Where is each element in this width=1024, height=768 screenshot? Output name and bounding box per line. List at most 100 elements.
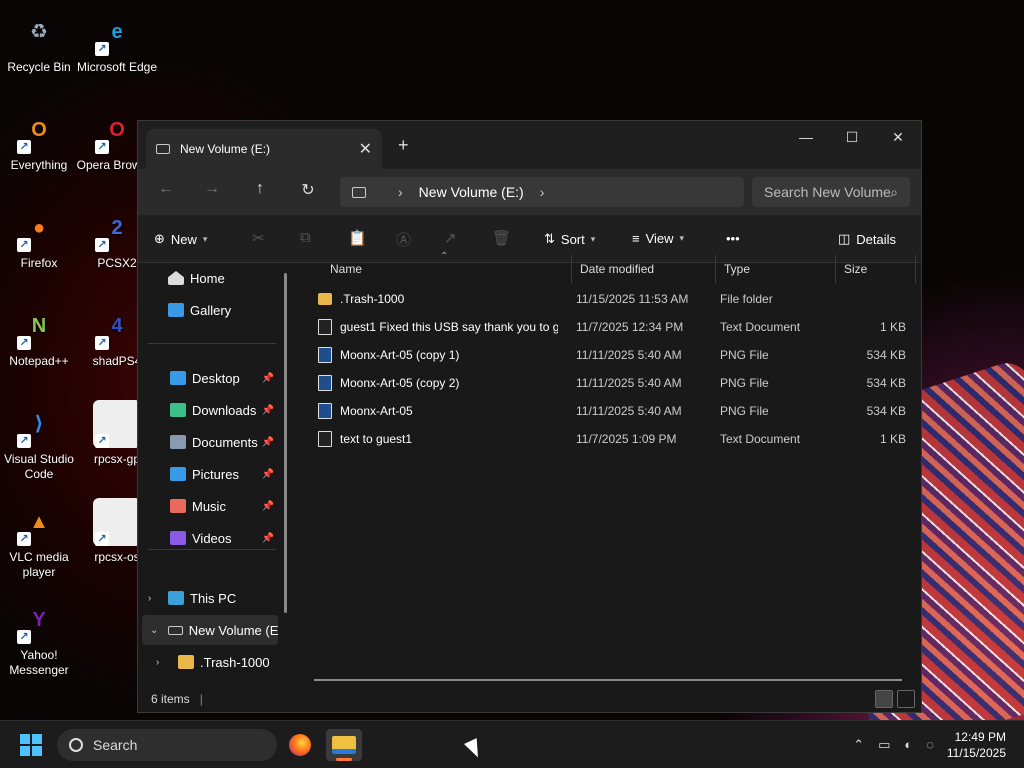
desktop-icon[interactable]: e ↗ Microsoft Edge xyxy=(75,8,159,75)
column-header-name[interactable]: Name ⌃ xyxy=(322,251,572,283)
file-row[interactable]: .Trash-1000 11/15/2025 11:53 AM File folde… xyxy=(314,285,914,313)
nav-trash-folder[interactable]: › .Trash-1000 xyxy=(156,647,288,677)
nav-quick-documents[interactable]: Documents 📌 xyxy=(170,427,280,457)
desktop-icon[interactable]: ● ↗ Firefox xyxy=(0,204,81,271)
sort-button[interactable]: ⇅ Sort ▾ xyxy=(544,231,595,247)
new-button[interactable]: ⊕ New ▾ xyxy=(154,231,207,247)
desktop-icon[interactable]: O ↗ Everything xyxy=(0,106,81,173)
desktop-icon[interactable]: ▲ ↗ VLC media player xyxy=(0,498,81,580)
up-button[interactable]: ↑ xyxy=(248,180,272,198)
file-row[interactable]: guest1 Fixed this USB say thank you to g… xyxy=(314,313,914,341)
file-name[interactable]: Moonx-Art-05 xyxy=(318,403,558,419)
file-name-text: .Trash-1000 xyxy=(340,292,405,306)
chevron-right-icon[interactable]: › xyxy=(540,184,545,200)
address-location[interactable]: New Volume (E:) xyxy=(419,184,524,200)
back-button[interactable]: ← xyxy=(154,180,178,198)
tiles-view-icon[interactable] xyxy=(897,690,915,708)
more-options-button[interactable]: ••• xyxy=(726,231,740,246)
pin-icon[interactable]: 📌 xyxy=(262,437,274,448)
pin-icon[interactable]: 📌 xyxy=(262,533,274,544)
file-row[interactable]: text to guest1 11/7/2025 1:09 PM Text Docu… xyxy=(314,425,914,453)
tab-new-volume[interactable]: New Volume (E:) ✕ xyxy=(146,129,382,169)
file-name[interactable]: Moonx-Art-05 (copy 2) xyxy=(318,375,558,391)
search-input[interactable]: Search New Volume (E:) ⌕ xyxy=(752,177,910,207)
nav-gallery[interactable]: Gallery xyxy=(168,295,298,325)
new-tab-button[interactable]: + xyxy=(398,135,409,156)
desktop-icon[interactable]: ⟩ ↗ Visual Studio Code xyxy=(0,400,81,482)
maximize-button[interactable]: ☐ xyxy=(829,121,875,153)
nav-new-volume[interactable]: ⌄ New Volume (E:) xyxy=(142,615,278,645)
nav-quick-label: Documents xyxy=(192,434,258,450)
taskbar-search[interactable]: Search xyxy=(57,729,277,761)
chevron-down-icon: ▾ xyxy=(202,233,208,244)
file-name[interactable]: guest1 Fixed this USB say thank you to g… xyxy=(318,319,558,335)
nav-scrollbar[interactable] xyxy=(284,273,287,613)
tray-expand-icon[interactable]: ⌃ xyxy=(853,737,864,753)
minimize-button[interactable]: — xyxy=(783,121,829,153)
nav-trash-label: .Trash-1000 xyxy=(200,654,270,670)
taskbar-firefox[interactable] xyxy=(282,729,318,761)
app-icon: 2 ↗ xyxy=(93,204,141,252)
address-bar-row: ← → ↑ ↻ › New Volume (E:) › Search New V… xyxy=(138,169,921,215)
column-header-size[interactable]: Size xyxy=(836,255,916,283)
pin-icon[interactable]: 📌 xyxy=(262,373,274,384)
sort-icon: ⇅ xyxy=(544,231,555,246)
title-bar: New Volume (E:) ✕ + — ☐ ✕ xyxy=(138,121,921,169)
nav-quick-pictures[interactable]: Pictures 📌 xyxy=(170,459,280,489)
nav-quick-desktop[interactable]: Desktop 📌 xyxy=(170,363,280,393)
column-header-date[interactable]: Date modified xyxy=(572,255,716,283)
nav-this-pc[interactable]: › This PC xyxy=(148,583,280,613)
volume-icon[interactable]: ◐ xyxy=(904,737,912,753)
start-button[interactable] xyxy=(20,734,42,756)
refresh-button[interactable]: ↻ xyxy=(296,180,320,200)
details-button[interactable]: ◫ Details xyxy=(838,231,896,247)
forward-button[interactable]: → xyxy=(200,180,224,198)
paste-icon[interactable]: 📋 xyxy=(348,229,367,247)
chevron-right-icon[interactable]: › xyxy=(148,593,151,604)
cut-icon[interactable]: ✂ xyxy=(252,229,265,247)
address-field[interactable]: › New Volume (E:) › xyxy=(340,177,744,207)
view-button[interactable]: ≡ View ▾ xyxy=(632,231,684,246)
file-date: 11/11/2025 5:40 AM xyxy=(576,376,682,390)
shortcut-arrow-icon: ↗ xyxy=(17,140,31,154)
desktop-icon[interactable]: N ↗ Notepad++ xyxy=(0,302,81,369)
nav-home[interactable]: Home xyxy=(168,263,298,293)
nav-quick-downloads[interactable]: Downloads 📌 xyxy=(170,395,280,425)
chevron-down-icon[interactable]: ⌄ xyxy=(150,625,158,636)
clock[interactable]: 12:49 PM 11/15/2025 xyxy=(947,729,1006,761)
notification-icon[interactable]: ◌ xyxy=(926,737,934,753)
file-date: 11/11/2025 5:40 AM xyxy=(576,404,682,418)
desktop-icon[interactable]: ♻ Recycle Bin xyxy=(0,8,81,75)
close-tab-icon[interactable]: ✕ xyxy=(359,139,372,159)
pin-icon[interactable]: 📌 xyxy=(262,501,274,512)
pin-icon[interactable]: 📌 xyxy=(262,405,274,416)
rename-icon[interactable]: Ⓐ xyxy=(396,229,411,250)
file-size: 534 KB xyxy=(866,404,906,418)
details-view-icon[interactable] xyxy=(875,690,893,708)
nav-quick-music[interactable]: Music 📌 xyxy=(170,491,280,521)
file-name[interactable]: Moonx-Art-05 (copy 1) xyxy=(318,347,558,363)
documents-icon xyxy=(170,435,186,449)
chevron-right-icon[interactable]: › xyxy=(156,657,159,668)
delete-icon[interactable]: 🗑 xyxy=(492,229,511,247)
text-file-icon xyxy=(318,431,332,447)
pin-icon[interactable]: 📌 xyxy=(262,469,274,480)
taskbar-file-explorer[interactable] xyxy=(326,729,362,761)
file-date: 11/7/2025 1:09 PM xyxy=(576,432,677,446)
share-icon[interactable]: ↗ xyxy=(444,229,457,247)
copy-icon[interactable]: ⧉ xyxy=(300,229,311,246)
file-name[interactable]: text to guest1 xyxy=(318,431,558,447)
image-file-icon xyxy=(318,403,332,419)
file-row[interactable]: Moonx-Art-05 (copy 2) 11/11/2025 5:40 AM P… xyxy=(314,369,914,397)
network-icon[interactable]: ▭ xyxy=(878,737,890,753)
desktop-icon[interactable]: Y ↗ Yahoo! Messenger xyxy=(0,596,81,678)
horizontal-scrollbar[interactable] xyxy=(314,679,902,681)
file-type: File folder xyxy=(720,292,773,306)
close-window-button[interactable]: ✕ xyxy=(875,121,921,153)
file-row[interactable]: Moonx-Art-05 11/11/2025 5:40 AM PNG File 53… xyxy=(314,397,914,425)
music-icon xyxy=(170,499,186,513)
file-row[interactable]: Moonx-Art-05 (copy 1) 11/11/2025 5:40 AM P… xyxy=(314,341,914,369)
app-icon: ● ↗ xyxy=(15,204,63,252)
file-name[interactable]: .Trash-1000 xyxy=(318,292,558,306)
column-header-type[interactable]: Type xyxy=(716,255,836,283)
